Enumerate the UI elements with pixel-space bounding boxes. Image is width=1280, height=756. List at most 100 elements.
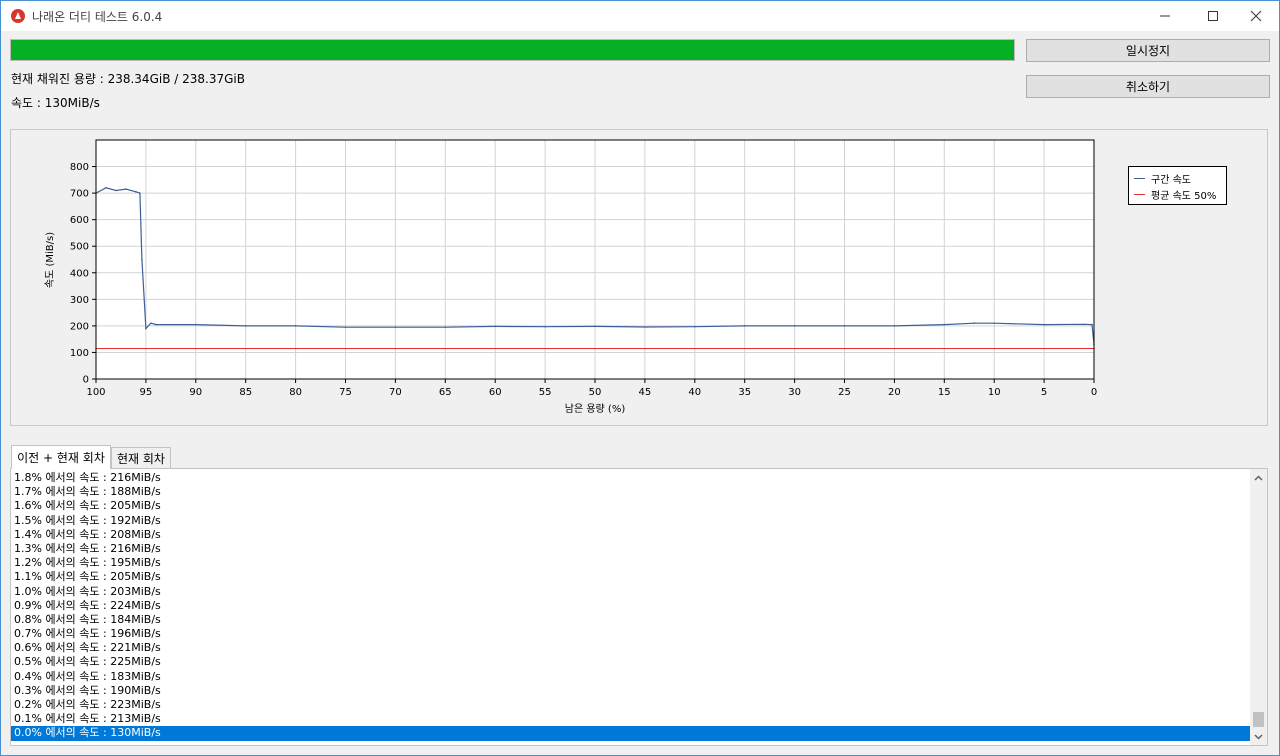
interval-speed-point [244,325,247,327]
scroll-down-button[interactable] [1250,728,1267,745]
interval-speed-point [195,323,197,326]
interval-speed-point [793,325,796,327]
legend-label-interval-speed: 구간 속도 [1151,174,1191,186]
minimize-button[interactable] [1142,1,1188,31]
interval-speed-point [544,325,546,328]
y-axis-label: 속도 (MiB/s) [44,232,56,288]
y-tick-label: 800 [70,162,89,173]
interval-speed-point [644,326,646,328]
speed-log-items: 1.8% 에서의 속도 : 216MiB/s 1.7% 에서의 속도 : 188M… [11,471,1251,741]
list-item[interactable]: 1.1% 에서의 속도 : 205MiB/s [11,570,1251,584]
x-tick-label: 95 [140,387,153,398]
x-tick-layer: 100 95 90 85 80 75 70 65 60 55 50 45 40 35 30 25 20 15 10 5… [86,379,1097,398]
interval-speed-point [973,322,975,324]
list-item[interactable]: 1.3% 에서의 속도 : 216MiB/s [11,542,1251,556]
list-item[interactable]: 1.8% 에서의 속도 : 216MiB/s [11,471,1251,485]
x-tick-label: 90 [189,387,202,398]
list-item[interactable]: 0.9% 에서의 속도 : 224MiB/s [11,599,1251,613]
interval-speed-point [893,325,896,327]
x-tick-label: 5 [1041,387,1047,398]
legend-item-interval-speed: 구간 속도 [1134,171,1191,186]
y-tick-label: 500 [70,242,89,253]
interval-speed-point [1043,323,1045,326]
y-tick-label: 0 [83,375,89,386]
list-item[interactable]: 0.6% 에서의 속도 : 221MiB/s [11,641,1251,655]
legend-swatch-average-speed [1134,193,1145,195]
interval-speed-point [125,188,127,190]
interval-speed-point [141,258,143,261]
interval-speed-point [1083,323,1085,326]
list-item[interactable]: 0.0% 에서의 속도 : 130MiB/s [11,726,1251,741]
x-axis-label: 남은 용량 (%) [565,403,626,415]
interval-speed-point [155,323,157,326]
vertical-scrollbar[interactable] [1250,469,1267,745]
interval-speed-point [105,187,107,189]
x-tick-label: 50 [589,387,602,398]
chart-legend: 구간 속도 평균 속도 50% [1128,166,1227,205]
interval-speed-point [145,327,147,330]
x-tick-label: 85 [239,387,252,398]
list-item[interactable]: 0.7% 에서의 속도 : 196MiB/s [11,627,1251,641]
x-tick-label: 60 [489,387,502,398]
chevron-down-icon [1254,733,1263,740]
cancel-button[interactable]: 취소하기 [1026,75,1270,98]
x-tick-label: 100 [86,387,105,398]
minimize-icon [1160,15,1170,17]
list-item[interactable]: 0.4% 에서의 속도 : 183MiB/s [11,670,1251,684]
interval-speed-point [843,325,846,327]
interval-speed-point [993,322,995,324]
maximize-icon [1208,11,1218,21]
list-item[interactable]: 1.0% 에서의 속도 : 203MiB/s [11,585,1251,599]
tab-previous-and-current[interactable]: 이전 + 현재 회차 [11,445,111,469]
interval-speed-point [444,326,447,328]
list-item[interactable]: 1.7% 에서의 속도 : 188MiB/s [11,485,1251,499]
interval-speed-point [294,325,297,327]
legend-swatch-interval-speed [1134,177,1145,179]
y-tick-label: 400 [70,268,89,279]
filled-capacity-text: 현재 채워진 용량 : 238.34GiB / 238.37GiB [11,72,245,86]
y-tick-label: 300 [70,295,89,306]
list-item[interactable]: 1.4% 에서의 속도 : 208MiB/s [11,528,1251,542]
list-item[interactable]: 1.6% 에서의 속도 : 205MiB/s [11,499,1251,513]
interval-speed-point [1091,323,1093,326]
x-tick-label: 55 [539,387,552,398]
interval-speed-point [943,323,946,326]
list-item[interactable]: 1.5% 에서의 속도 : 192MiB/s [11,514,1251,528]
y-tick-label: 600 [70,215,89,226]
list-item[interactable]: 1.2% 에서의 속도 : 195MiB/s [11,556,1251,570]
interval-speed-point [743,325,746,327]
tab-current[interactable]: 현재 회차 [111,447,171,468]
close-button[interactable] [1233,1,1279,31]
speed-chart: 100 95 90 85 80 75 70 65 60 55 50 45 40 35 30 25 20 15 10 5… [44,139,1097,415]
close-icon [1250,10,1262,22]
interval-speed-point [594,325,596,328]
x-tick-label: 35 [738,387,751,398]
y-tick-label: 200 [70,321,89,332]
x-tick-label: 45 [639,387,652,398]
scroll-thumb[interactable] [1253,712,1264,727]
speed-text: 속도 : 130MiB/s [11,96,100,110]
scroll-up-button[interactable] [1250,469,1267,486]
x-tick-label: 20 [888,387,901,398]
title-bar[interactable]: 나래온 더티 테스트 6.0.4 [1,1,1279,31]
interval-speed-point [139,192,141,194]
speed-log-list[interactable]: 1.8% 에서의 속도 : 216MiB/s 1.7% 에서의 속도 : 188M… [10,468,1268,746]
x-tick-label: 65 [439,387,452,398]
progress-fill [11,40,1014,60]
progress-bar [10,39,1015,61]
maximize-button[interactable] [1190,1,1236,31]
y-tick-label: 100 [70,348,89,359]
y-tick-layer: 0 100 200 300 400 500 600 700 800 [70,162,96,386]
list-item[interactable]: 0.2% 에서의 속도 : 223MiB/s [11,698,1251,712]
window-title: 나래온 더티 테스트 6.0.4 [32,10,163,24]
pause-button[interactable]: 일시정지 [1026,39,1270,62]
interval-speed-point [135,191,137,193]
x-tick-label: 15 [938,387,951,398]
x-tick-label: 40 [688,387,701,398]
list-item[interactable]: 0.3% 에서의 속도 : 190MiB/s [11,684,1251,698]
list-item[interactable]: 0.5% 에서의 속도 : 225MiB/s [11,655,1251,669]
list-item[interactable]: 0.8% 에서의 속도 : 184MiB/s [11,613,1251,627]
grid-layer [95,140,1095,380]
x-tick-label: 10 [988,387,1001,398]
list-item[interactable]: 0.1% 에서의 속도 : 213MiB/s [11,712,1251,726]
